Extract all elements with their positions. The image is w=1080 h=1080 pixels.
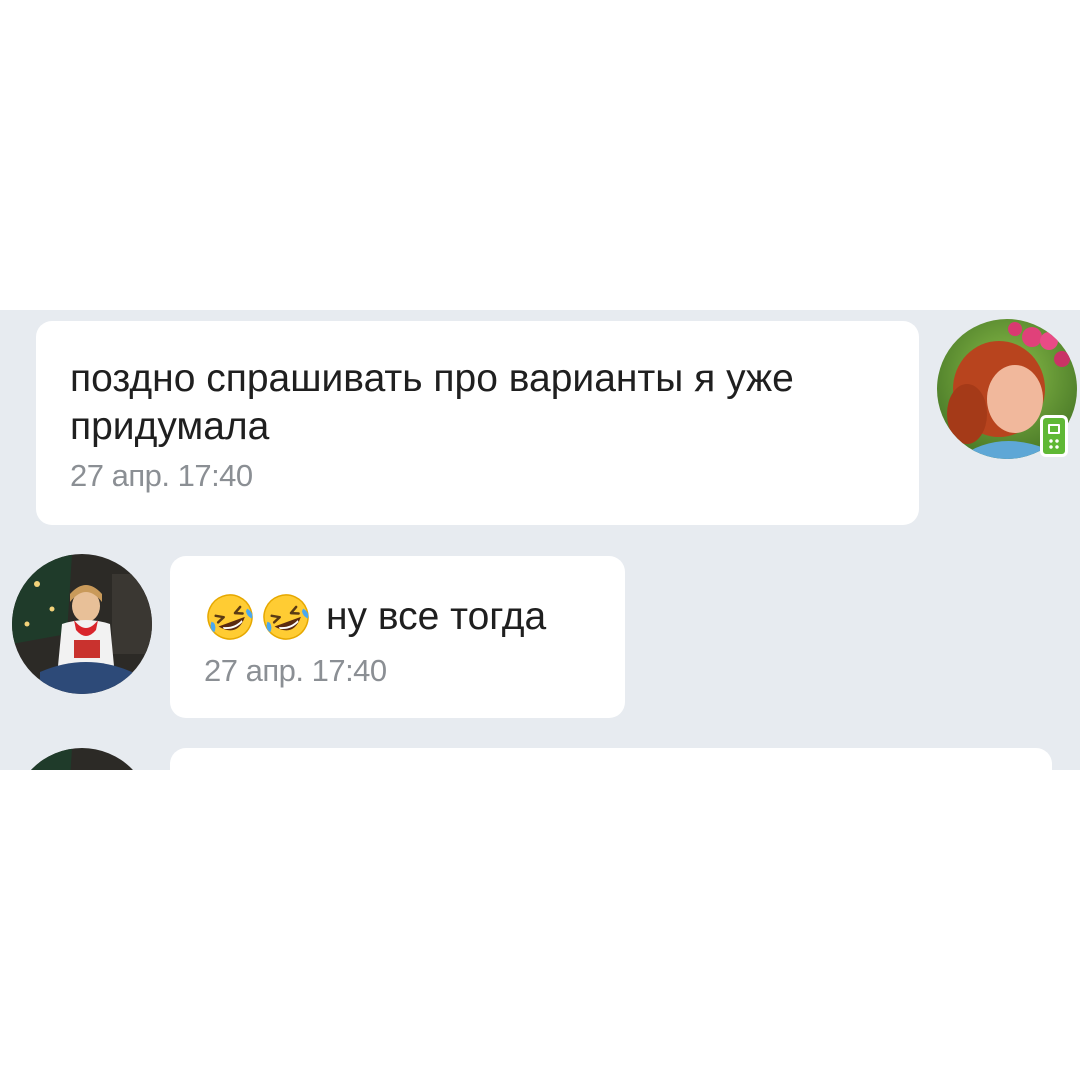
- chat-history[interactable]: поздно спрашивать про варианты я уже при…: [0, 310, 1080, 770]
- message-bubble-incoming[interactable]: ну все тогда 27 апр. 17:40: [170, 556, 625, 718]
- message-text: поздно спрашивать про варианты я уже при…: [70, 357, 794, 448]
- message-bubble-incoming-partial[interactable]: [170, 748, 1052, 770]
- mobile-online-icon: [1040, 415, 1068, 457]
- avatar-sender-left[interactable]: [12, 748, 152, 770]
- message-bubble-outgoing[interactable]: поздно спрашивать про варианты я уже при…: [36, 321, 919, 525]
- message-timestamp: 27 апр. 17:40: [204, 653, 387, 688]
- message-text: ну все тогда: [326, 595, 547, 638]
- screenshot-frame: поздно спрашивать про варианты я уже при…: [0, 0, 1080, 1080]
- message-timestamp: 27 апр. 17:40: [70, 458, 253, 493]
- rolling-on-floor-laughing-emoji-icon: [260, 591, 312, 643]
- avatar-sender-left[interactable]: [12, 554, 152, 694]
- rolling-on-floor-laughing-emoji-icon: [204, 591, 256, 643]
